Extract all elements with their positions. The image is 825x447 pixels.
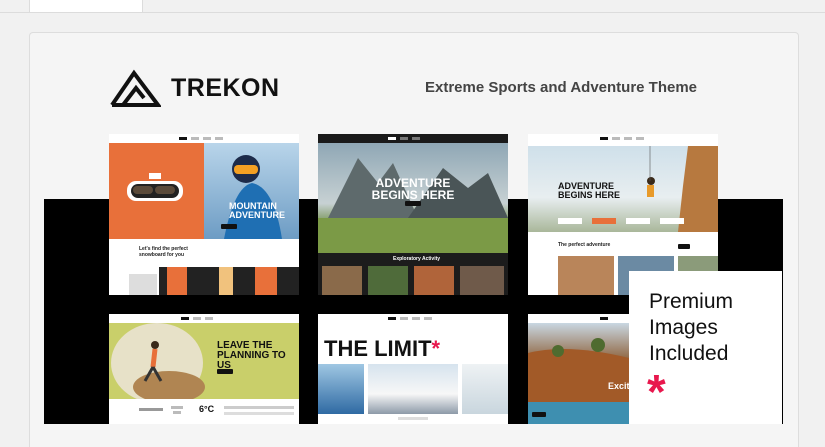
skier-photo (204, 143, 299, 239)
weather-row: 6°C (109, 399, 299, 424)
mountain-logo-icon (110, 69, 161, 107)
mini-navbar (109, 134, 299, 143)
mini-button (217, 369, 233, 374)
section-title: Exploratory Activity (393, 256, 441, 262)
big-headline: THE LIMIT* (324, 336, 440, 362)
preview-screenshot-5[interactable]: THE LIMIT* (318, 314, 508, 424)
headline-star: * (431, 336, 441, 361)
pager-dots (398, 417, 428, 420)
preview-screenshot-2[interactable]: ADVENTURE BEGINS HERE Exploratory Activi… (318, 134, 508, 295)
brand-logo: TREKON (109, 68, 280, 108)
premium-text: Premium Images Included (649, 290, 734, 365)
active-tab[interactable] (29, 0, 143, 12)
browser-tab-strip (0, 0, 825, 13)
preview-screenshot-6[interactable]: Exciting (528, 314, 629, 424)
premium-images-badge: Premium Images Included * (629, 271, 782, 424)
hero-title: Exciting (608, 381, 629, 391)
snowboard-strip-left (129, 274, 157, 295)
hero-title: MOUNTAIN ADVENTURE (229, 201, 286, 220)
snowboard-strip (159, 267, 299, 295)
mini-navbar (318, 314, 508, 323)
mini-button (221, 224, 237, 229)
mini-navbar (318, 134, 508, 143)
trail-caption-bar (528, 402, 629, 424)
brand-name: TREKON (171, 73, 280, 102)
photo-row (318, 364, 508, 414)
mini-navbar (528, 314, 629, 323)
hero-title: ADVENTURE BEGINS HERE (371, 176, 455, 202)
temperature: 6°C (199, 404, 215, 414)
mini-badges (558, 218, 684, 224)
hero-title: ADVENTURE BEGINS HERE (558, 181, 621, 200)
section-title: The perfect adventure (558, 242, 611, 248)
hero-title: LEAVE THE PLANNING TO US (217, 340, 286, 371)
preview-screenshot-4[interactable]: LEAVE THE PLANNING TO US 6°C (109, 314, 299, 424)
mini-navbar (109, 314, 299, 323)
dark-section: Exploratory Activity (318, 253, 508, 295)
section-text: Let's find the perfect snowboard for you (139, 246, 188, 258)
preview-screenshot-1[interactable]: MOUNTAIN ADVENTURE Let's find the perfec… (109, 134, 299, 295)
asterisk-icon: * (647, 366, 666, 419)
mini-button (405, 201, 421, 206)
mini-navbar (528, 134, 718, 143)
theme-tagline: Extreme Sports and Adventure Theme (425, 79, 698, 96)
headline-text: THE LIMIT (324, 336, 432, 361)
goggles-panel (109, 143, 204, 239)
mini-button (678, 244, 690, 249)
